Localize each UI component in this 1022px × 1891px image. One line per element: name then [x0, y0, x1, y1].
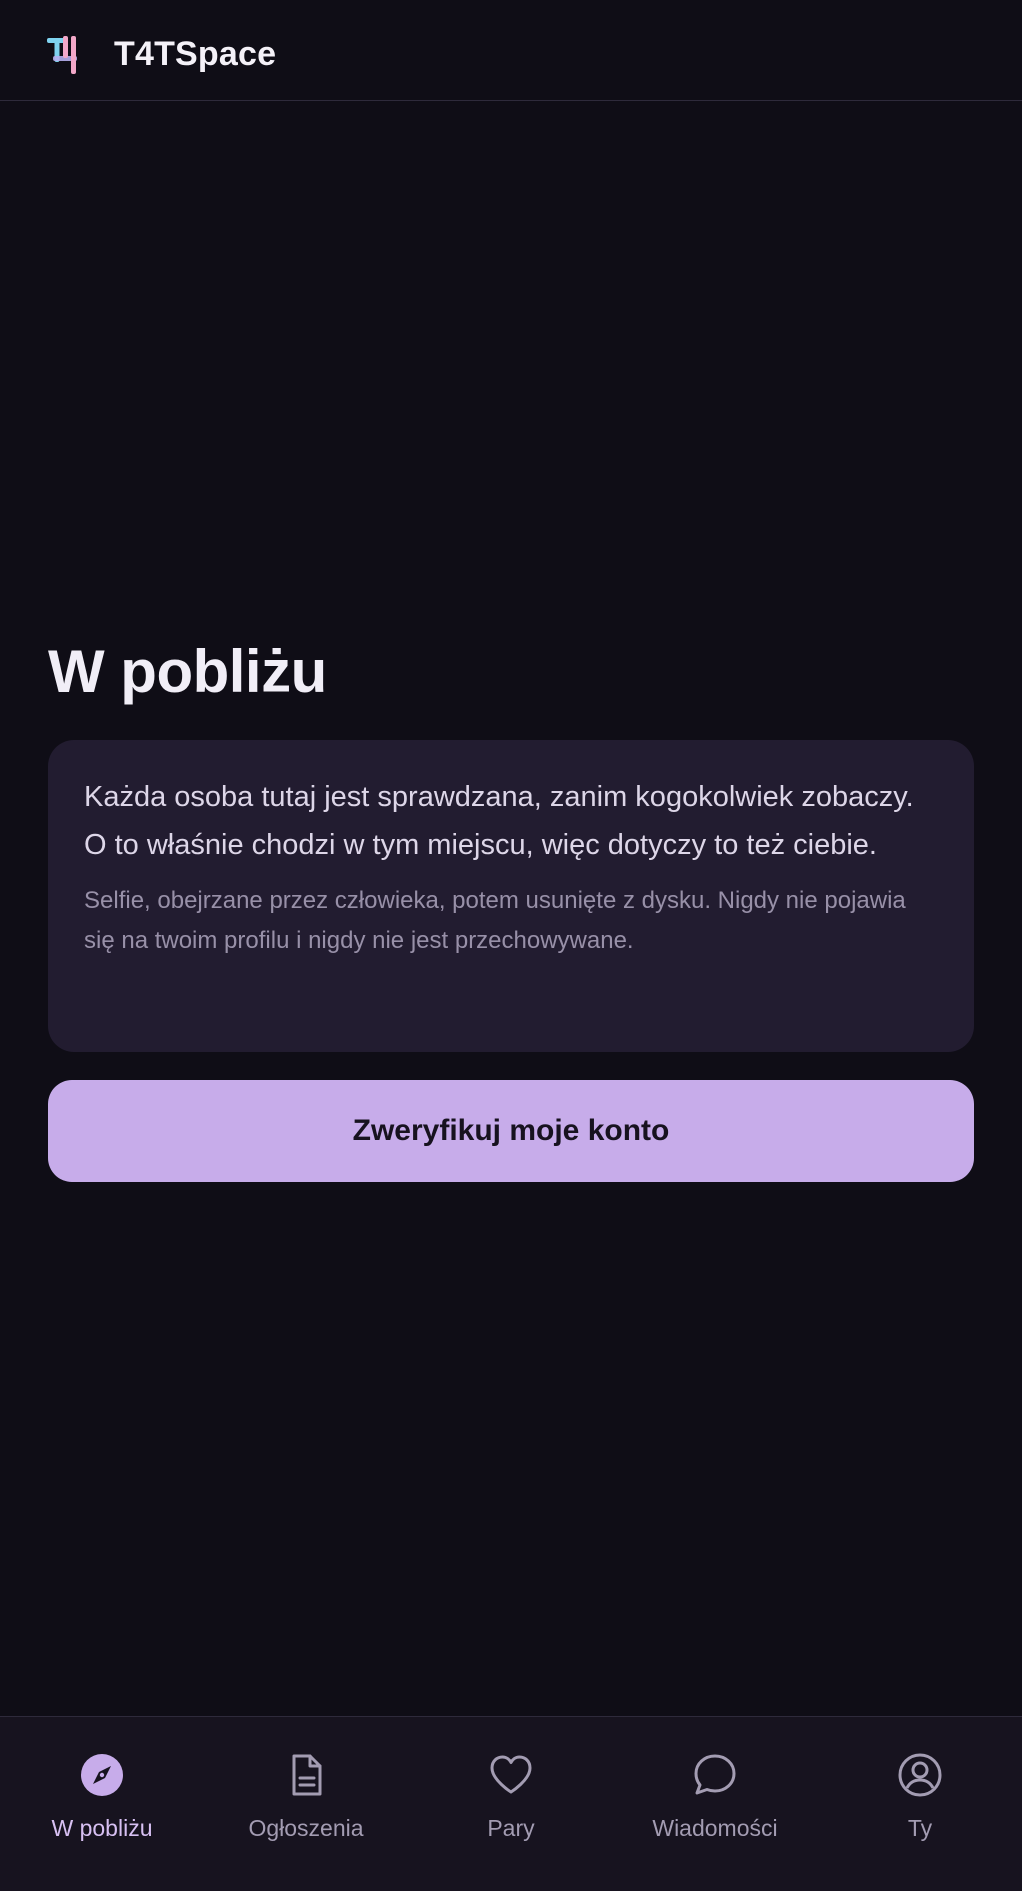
chat-bubble-icon	[694, 1754, 736, 1795]
nav-item-listings[interactable]: Ogłoszenia	[204, 1717, 408, 1891]
verify-account-button[interactable]: Zweryfikuj moje konto	[48, 1080, 974, 1182]
selfie-privacy-note: Selfie, obejrzane przez człowieka, potem…	[84, 887, 906, 954]
bottom-navigation: W pobliżu Ogłoszenia Pary Wiadomości Ty	[0, 1716, 1022, 1891]
heart-icon	[490, 1755, 532, 1794]
verification-info-card: Każda osoba tutaj jest sprawdzana, zanim…	[48, 740, 974, 1052]
nav-item-matches[interactable]: Pary	[409, 1717, 613, 1891]
nav-label: Ty	[907, 1815, 933, 1841]
page-title: W pobliżu	[48, 638, 327, 705]
nav-item-messages[interactable]: Wiadomości	[613, 1717, 817, 1891]
nav-item-profile[interactable]: Ty	[818, 1717, 1022, 1891]
t4-logo-icon[interactable]	[47, 36, 83, 74]
document-icon	[292, 1754, 322, 1796]
compass-icon	[81, 1754, 123, 1796]
nav-label: Ogłoszenia	[248, 1815, 364, 1841]
user-circle-icon	[898, 1753, 942, 1797]
nav-item-nearby[interactable]: W pobliżu	[0, 1717, 204, 1891]
brand-name[interactable]: T4TSpace	[114, 32, 276, 76]
nav-label: Wiadomości	[652, 1815, 778, 1841]
verification-explanation: Każda osoba tutaj jest sprawdzana, zanim…	[84, 781, 914, 861]
nav-label: W pobliżu	[51, 1815, 153, 1841]
nav-label: Pary	[487, 1815, 535, 1841]
top-bar: T4TSpace	[0, 0, 1022, 101]
